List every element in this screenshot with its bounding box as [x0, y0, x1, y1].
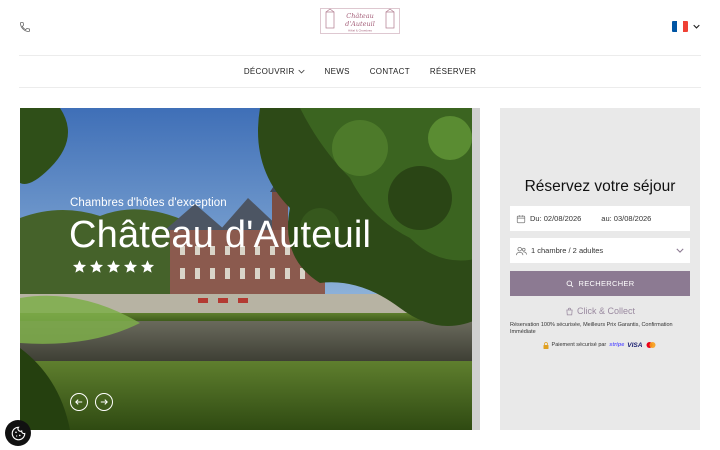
slider-next-button[interactable]	[95, 393, 113, 411]
shopping-bag-icon	[566, 307, 573, 315]
logo-line2: d'Auteuil	[345, 20, 375, 28]
logo-line1: Château	[346, 12, 374, 20]
star-icon	[72, 260, 87, 273]
lock-icon	[543, 341, 549, 349]
date-to-value[interactable]: au: 03/08/2026	[601, 214, 651, 223]
date-range-field[interactable]: Du: 02/08/2026 au: 03/08/2026	[510, 206, 690, 231]
star-icon	[123, 260, 138, 273]
slider-prev-button[interactable]	[70, 393, 88, 411]
hero-subtitle: Chambres d'hôtes d'exception	[70, 197, 227, 209]
arrow-left-icon	[75, 399, 83, 405]
search-button-label: RECHERCHER	[578, 279, 635, 288]
logo-tagline: Hôtel & Chambres	[348, 29, 372, 33]
nav-item-reserver[interactable]: RÉSERVER	[430, 67, 476, 76]
flag-france-icon	[672, 21, 688, 32]
click-collect-link[interactable]: Click & Collect	[500, 306, 700, 316]
language-selector[interactable]	[672, 21, 700, 32]
nav-item-label: RÉSERVER	[429, 67, 477, 76]
cookie-settings-button[interactable]	[5, 420, 31, 446]
secure-payment: Paiement sécurisé par stripe VISA	[500, 341, 700, 349]
main-nav: DÉCOUVRIR NEWS CONTACT RÉSERVER	[0, 56, 720, 87]
rooms-guests-select[interactable]: 1 chambre / 2 adultes	[510, 238, 690, 263]
chevron-down-icon	[693, 24, 700, 29]
nav-item-contact[interactable]: CONTACT	[370, 67, 410, 76]
nav-item-label: NEWS	[324, 67, 350, 76]
mastercard-icon	[646, 342, 656, 348]
star-rating	[72, 259, 155, 274]
search-button[interactable]: RECHERCHER	[510, 271, 690, 296]
arrow-right-icon	[100, 399, 108, 405]
phone-icon[interactable]	[19, 21, 31, 33]
hero-slider: Chambres d'hôtes d'exception Château d'A…	[20, 108, 480, 430]
nav-item-label: DÉCOUVRIR	[243, 67, 295, 76]
visa-logo: VISA	[627, 341, 643, 349]
booking-panel: Réservez votre séjour Du: 02/08/2026 au:…	[500, 108, 700, 430]
hero-title: Château d'Auteuil	[69, 214, 372, 256]
date-from-value[interactable]: Du: 02/08/2026	[530, 214, 581, 223]
star-icon	[89, 260, 104, 273]
click-collect-label: Click & Collect	[576, 306, 635, 316]
logo[interactable]: Château d'Auteuil Hôtel & Chambres	[320, 8, 400, 34]
chevron-down-icon	[297, 69, 305, 74]
nav-item-decouvrir[interactable]: DÉCOUVRIR	[244, 67, 305, 76]
booking-title: Réservez votre séjour	[524, 178, 676, 195]
star-icon	[140, 260, 155, 273]
stripe-logo: stripe	[609, 342, 625, 348]
divider	[19, 87, 701, 88]
nav-item-label: CONTACT	[369, 67, 410, 76]
users-icon	[516, 246, 527, 255]
search-icon	[566, 280, 573, 287]
star-icon	[106, 260, 121, 273]
nav-item-news[interactable]: NEWS	[325, 67, 350, 76]
guarantee-text: Réservation 100% sécurisée, Meilleurs Pr…	[510, 322, 673, 335]
calendar-icon	[516, 214, 526, 223]
chevron-down-icon	[676, 248, 684, 253]
site-header: Château d'Auteuil Hôtel & Chambres	[0, 0, 720, 55]
payment-label: Paiement sécurisé par	[551, 342, 607, 348]
cookie-icon	[11, 426, 25, 440]
rooms-guests-value: 1 chambre / 2 adultes	[531, 246, 604, 255]
